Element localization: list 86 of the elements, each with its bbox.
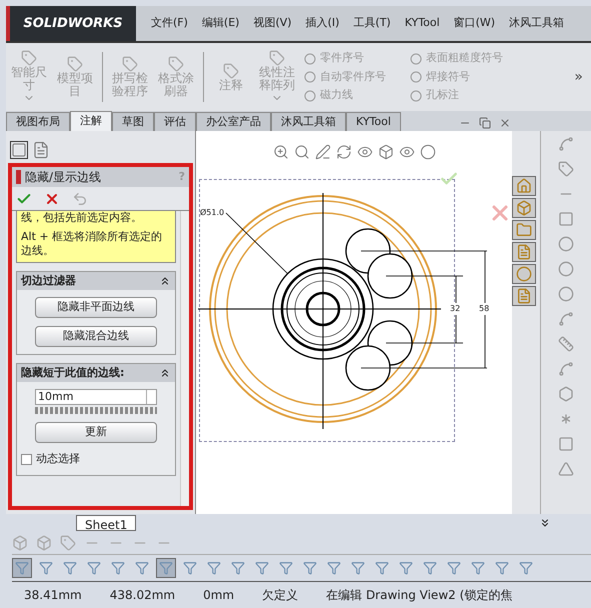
sketch-tool-icon[interactable]	[558, 336, 574, 352]
collapse-icon[interactable]	[159, 367, 171, 379]
tab[interactable]: 评估	[154, 112, 196, 131]
sketch-tool-icon[interactable]	[558, 161, 574, 177]
filter-button[interactable]	[12, 558, 32, 578]
group-title: 切边过滤器	[21, 272, 76, 289]
property-icon[interactable]	[32, 141, 50, 159]
rotate-icon[interactable]	[336, 144, 352, 160]
expand-icon[interactable]	[539, 516, 551, 528]
tool-icon	[269, 50, 285, 66]
tool-icon	[67, 56, 83, 72]
dimension-label: 32	[450, 303, 460, 315]
tool-icon	[21, 50, 37, 66]
sketch-tool-icon[interactable]	[558, 386, 574, 402]
checkbox[interactable]	[21, 454, 32, 465]
zoom-icon[interactable]	[294, 144, 310, 160]
status-text: 0mm	[203, 587, 234, 604]
zoom-icon[interactable]	[272, 144, 288, 160]
toolbar-icon[interactable]	[12, 534, 28, 550]
tab[interactable]: 注解	[70, 111, 112, 131]
tool-icon	[168, 56, 184, 72]
status-text: 在编辑 Drawing View2 (锁定的焦	[326, 587, 512, 604]
sketch-tool-icon[interactable]	[558, 236, 574, 252]
tool-icon	[304, 90, 316, 102]
tab[interactable]: KYTool	[346, 112, 401, 131]
task-pane-icon[interactable]	[516, 178, 532, 194]
menu-item[interactable]: 工具(T)	[353, 15, 391, 32]
status-text: 欠定义	[262, 587, 298, 604]
task-pane-icon[interactable]	[516, 222, 532, 238]
sketch-tool-icon[interactable]	[558, 461, 574, 477]
cube-icon[interactable]	[378, 144, 394, 160]
collapse-icon[interactable]	[159, 275, 171, 287]
dimension-label: 58	[479, 303, 490, 315]
panel-button[interactable]: 更新	[35, 422, 157, 443]
sketch-tool-icon[interactable]	[558, 261, 574, 277]
message-text: 线，包括先前选定内容。	[21, 211, 143, 224]
menu-item[interactable]: 窗口(W)	[454, 15, 496, 32]
sketch-tool-icon[interactable]	[558, 286, 574, 302]
checkbox-label: 动态选择	[36, 451, 80, 467]
tab[interactable]: 草图	[112, 112, 154, 131]
panel-button[interactable]: 隐藏混合边线	[35, 326, 157, 347]
menu-item[interactable]: 沐风工具箱	[509, 15, 564, 32]
length-field[interactable]: 10mm	[35, 389, 157, 405]
toolbar-icon[interactable]	[36, 534, 52, 550]
undo-icon[interactable]	[72, 190, 88, 206]
menu-item[interactable]: 编辑(E)	[202, 15, 240, 32]
menu-item[interactable]: KYTool	[404, 15, 440, 32]
tab[interactable]: 沐风工具箱	[271, 112, 346, 131]
group-title: 隐藏短于此值的边线:	[21, 364, 124, 381]
app-logo: SOLIDWORKS	[6, 6, 136, 41]
task-pane-icon[interactable]	[516, 244, 532, 260]
status-text: 38.41mm	[24, 587, 82, 604]
panel-button[interactable]: 隐藏非平面边线	[35, 297, 157, 318]
sketch-tool-icon[interactable]	[558, 136, 574, 152]
task-pane-icon[interactable]	[516, 266, 532, 282]
menu-item[interactable]: 视图(V)	[253, 15, 292, 32]
view-icon[interactable]	[356, 144, 372, 160]
status-text: 438.02mm	[110, 587, 176, 604]
panel-title: 隐藏/显示边线	[25, 169, 102, 186]
tool-icon	[410, 90, 422, 102]
sketch-tool-icon[interactable]	[558, 436, 574, 452]
sketch-tool-icon[interactable]	[558, 211, 574, 227]
tab[interactable]: 视图布局	[6, 112, 70, 131]
toolbar-icon[interactable]	[60, 534, 76, 550]
tool-icon	[410, 52, 422, 64]
menu-item[interactable]: 文件(F)	[151, 15, 188, 32]
tool-icon	[410, 71, 422, 83]
tool-icon	[122, 56, 138, 72]
message-text: Alt + 框选将消除所有选定的边线。	[21, 230, 164, 258]
task-pane-icon[interactable]	[516, 200, 532, 216]
tab[interactable]: 办公室产品	[196, 112, 271, 131]
menu-item[interactable]: 插入(I)	[306, 15, 340, 32]
sheet-tab[interactable]: Sheet1	[76, 514, 136, 530]
task-pane-icon[interactable]	[516, 288, 532, 304]
display-icon[interactable]	[398, 144, 414, 160]
sketch-tool-icon[interactable]	[558, 311, 574, 327]
tool-icon	[304, 52, 316, 64]
restore-icon[interactable]	[479, 117, 491, 129]
sketch-tool-icon[interactable]	[558, 361, 574, 377]
filter-button[interactable]	[156, 558, 176, 578]
tool-icon	[304, 71, 316, 83]
tool-icon	[223, 62, 239, 78]
dimension-label: Ø51.0	[200, 207, 224, 219]
scrollbar[interactable]	[180, 211, 189, 506]
more-button[interactable]: »	[574, 66, 583, 88]
close-icon[interactable]	[499, 117, 511, 129]
